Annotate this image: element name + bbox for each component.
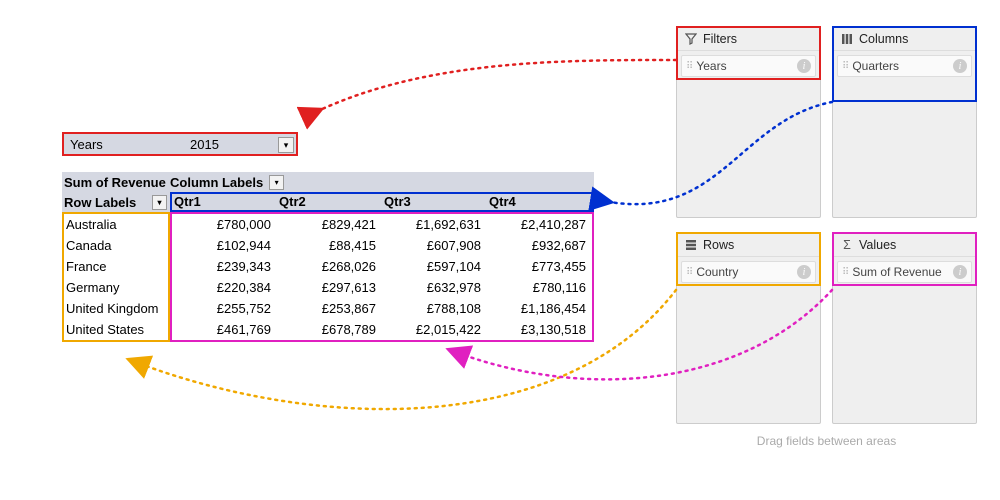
table-row: £780,000 £829,421 £1,692,631 £2,410,287 (172, 214, 592, 235)
columns-header: Columns (833, 27, 976, 51)
data-cell[interactable]: £268,026 (277, 256, 382, 277)
data-cell[interactable]: £632,978 (382, 277, 487, 298)
row-label[interactable]: Germany (64, 277, 168, 298)
info-icon[interactable]: i (797, 59, 811, 73)
qtr-header[interactable]: Qtr1 (172, 194, 277, 210)
grip-icon: ⠿ (686, 267, 692, 278)
data-cell[interactable]: £297,613 (277, 277, 382, 298)
row-label[interactable]: United Kingdom (64, 298, 168, 319)
grip-icon: ⠿ (842, 61, 848, 72)
column-labels-label: Column Labels (170, 175, 263, 190)
data-cell[interactable]: £220,384 (172, 277, 277, 298)
data-cell[interactable]: £780,000 (172, 214, 277, 235)
data-cell[interactable]: £461,769 (172, 319, 277, 340)
drag-fields-hint: Drag fields between areas (676, 434, 977, 448)
filters-area[interactable]: Filters ⠿ Years i (676, 26, 821, 218)
data-cell[interactable]: £3,130,518 (487, 319, 592, 340)
row-labels-label: Row Labels ▾ (62, 195, 170, 210)
filters-header: Filters (677, 27, 820, 51)
sum-of-revenue-label: Sum of Revenue (62, 175, 170, 190)
data-cell[interactable]: £102,944 (172, 235, 277, 256)
table-row: £102,944 £88,415 £607,908 £932,687 (172, 235, 592, 256)
data-cell[interactable]: £88,415 (277, 235, 382, 256)
values-item-sum-revenue[interactable]: ⠿ Sum of Revenue i (837, 261, 972, 283)
quarter-headers: Qtr1 Qtr2 Qtr3 Qtr4 (170, 192, 594, 212)
filter-field-label: Years (70, 137, 190, 152)
data-cell[interactable]: £253,867 (277, 298, 382, 319)
grip-icon: ⠿ (686, 61, 692, 72)
rows-icon (683, 239, 699, 251)
row-label[interactable]: Canada (64, 235, 168, 256)
filters-item-years[interactable]: ⠿ Years i (681, 55, 816, 77)
data-cell[interactable]: £780,116 (487, 277, 592, 298)
data-cell[interactable]: £2,015,422 (382, 319, 487, 340)
filter-dropdown-icon[interactable]: ▾ (278, 137, 294, 153)
row-label[interactable]: Australia (64, 214, 168, 235)
data-cell[interactable]: £597,104 (382, 256, 487, 277)
funnel-icon (683, 33, 699, 45)
table-row: £220,384 £297,613 £632,978 £780,116 (172, 277, 592, 298)
grip-icon: ⠿ (842, 267, 848, 278)
qtr-header[interactable]: Qtr4 (487, 194, 592, 210)
row-label[interactable]: United States (64, 319, 168, 340)
info-icon[interactable]: i (953, 59, 967, 73)
qtr-header[interactable]: Qtr2 (277, 194, 382, 210)
filter-value: 2015 (190, 137, 219, 152)
data-cell[interactable]: £773,455 (487, 256, 592, 277)
rows-header: Rows (677, 233, 820, 257)
rows-area[interactable]: Rows ⠿ Country i (676, 232, 821, 424)
columns-item-quarters[interactable]: ⠿ Quarters i (837, 55, 972, 77)
data-cell[interactable]: £932,687 (487, 235, 592, 256)
table-row: £255,752 £253,867 £788,108 £1,186,454 (172, 298, 592, 319)
info-icon[interactable]: i (797, 265, 811, 279)
data-cell[interactable]: £829,421 (277, 214, 382, 235)
qtr-header[interactable]: Qtr3 (382, 194, 487, 210)
data-grid: £780,000 £829,421 £1,692,631 £2,410,287 … (170, 212, 594, 342)
info-icon[interactable]: i (953, 265, 967, 279)
data-cell[interactable]: £255,752 (172, 298, 277, 319)
pivot-table: Sum of Revenue Column Labels ▾ Row Label… (62, 172, 594, 342)
data-cell[interactable]: £1,186,454 (487, 298, 592, 319)
columns-icon (839, 33, 855, 45)
data-cell[interactable]: £239,343 (172, 256, 277, 277)
sigma-icon: Σ (839, 238, 855, 252)
data-cell[interactable]: £1,692,631 (382, 214, 487, 235)
values-header: Σ Values (833, 233, 976, 257)
table-row: £239,343 £268,026 £597,104 £773,455 (172, 256, 592, 277)
filter-bar[interactable]: Years 2015 ▾ (62, 132, 298, 156)
column-labels-dropdown-icon[interactable]: ▾ (269, 175, 284, 190)
data-cell[interactable]: £607,908 (382, 235, 487, 256)
data-cell[interactable]: £788,108 (382, 298, 487, 319)
rows-item-country[interactable]: ⠿ Country i (681, 261, 816, 283)
data-cell[interactable]: £678,789 (277, 319, 382, 340)
table-row: £461,769 £678,789 £2,015,422 £3,130,518 (172, 319, 592, 340)
row-labels-dropdown-icon[interactable]: ▾ (152, 195, 167, 210)
row-labels-column: Australia Canada France Germany United K… (62, 212, 170, 342)
data-cell[interactable]: £2,410,287 (487, 214, 592, 235)
values-area[interactable]: Σ Values ⠿ Sum of Revenue i (832, 232, 977, 424)
columns-area[interactable]: Columns ⠿ Quarters i (832, 26, 977, 218)
row-label[interactable]: France (64, 256, 168, 277)
